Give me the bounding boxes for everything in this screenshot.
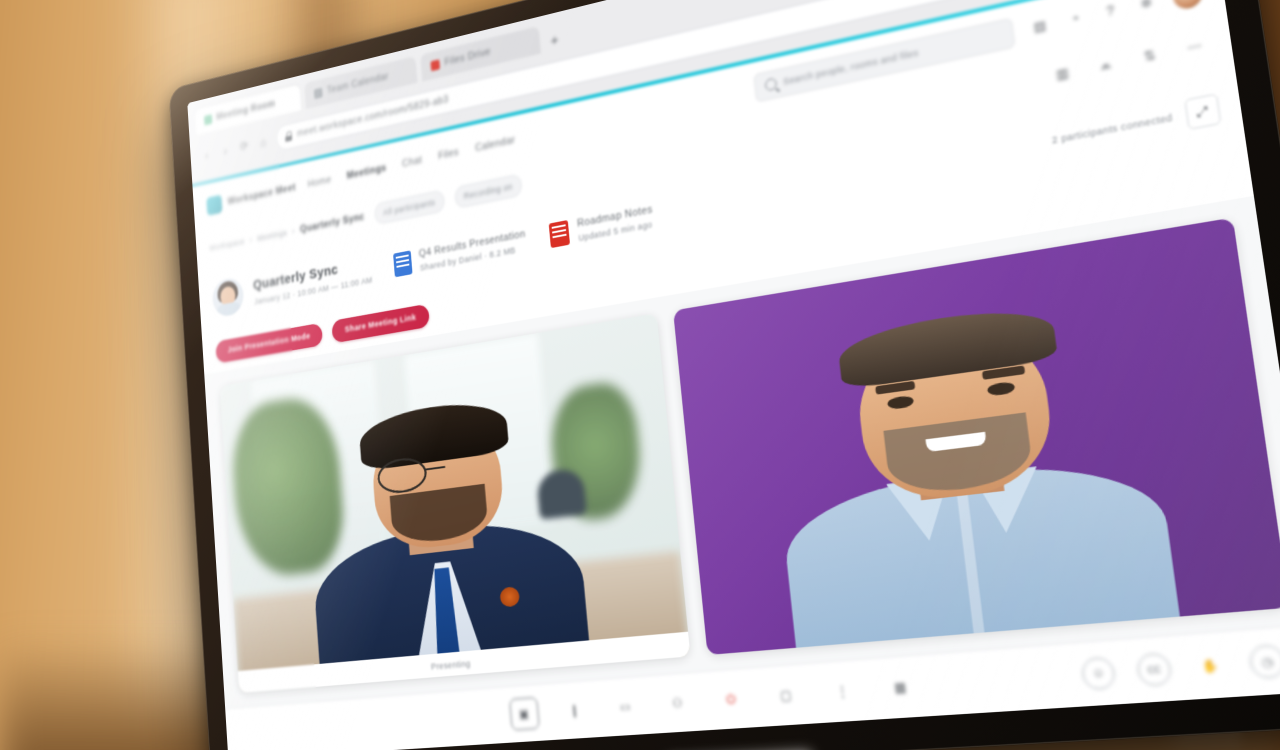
grid-apps-icon[interactable]: ▤ [1030, 16, 1051, 38]
layout-grid-icon[interactable]: ▦ [883, 670, 918, 705]
monitor: Meeting Room Team Calendar Files Drive + [168, 0, 1280, 750]
people-icon[interactable]: ⚇ [662, 687, 693, 720]
video-tile-1[interactable] [672, 217, 1280, 656]
participant-caption: Presenting [430, 658, 471, 672]
chip-label: All participants [382, 197, 436, 218]
attachment-1[interactable]: Roadmap Notes Updated 5 min ago [548, 204, 655, 249]
brand[interactable]: Workspace Meet [206, 178, 297, 216]
lock-icon [285, 130, 293, 142]
chip-label: Recording on [463, 181, 513, 201]
search-input[interactable]: Search people, rooms and files [753, 17, 1016, 103]
sort-icon[interactable]: ⇅ [1133, 39, 1167, 73]
forward-icon[interactable]: › [219, 142, 232, 159]
tab-title: Meeting Room [215, 98, 276, 123]
microphone-icon[interactable]: ❙ [560, 694, 590, 726]
nav-item-chat[interactable]: Chat [402, 155, 423, 170]
doc-file-icon [548, 219, 571, 249]
monitor-wrapper: Meeting Room Team Calendar Files Drive + [0, 0, 1280, 750]
slides-file-icon [392, 250, 413, 278]
back-icon[interactable]: ‹ [200, 146, 213, 163]
brand-logo-icon [206, 194, 223, 216]
button-label: Join Presentation Mode [227, 331, 311, 355]
chat-icon[interactable]: ▢ [769, 678, 802, 712]
favicon-gray-icon [313, 87, 323, 99]
breadcrumb-item-2: Quarterly Sync [299, 211, 365, 236]
tab-title: Files Drive [444, 46, 492, 68]
reload-icon[interactable]: ⟳ [238, 138, 251, 155]
participant-video-daniel [302, 375, 592, 687]
meeting-title-block: Quarterly Sync January 12 · 10:00 AM — 1… [253, 255, 373, 306]
new-tab-button[interactable]: + [544, 28, 565, 53]
video-tile-0[interactable]: Presenting [219, 313, 691, 694]
end-call-icon[interactable]: ⏻ [715, 683, 747, 716]
chip-recording-on[interactable]: Recording on [453, 173, 523, 210]
monitor-screen: Meeting Room Team Calendar Files Drive + [187, 0, 1280, 750]
nav-item-meetings[interactable]: Meetings [346, 162, 387, 181]
clock-icon[interactable]: ◷ [1247, 643, 1280, 680]
host-avatar [211, 275, 245, 319]
button-label: Share Meeting Link [344, 312, 417, 334]
participant-video-marco [761, 265, 1180, 648]
breadcrumb-sep: › [249, 235, 253, 245]
attachment-0[interactable]: Q4 Results Presentation Shared by Daniel… [392, 228, 527, 278]
camera-icon[interactable]: ▣ [508, 696, 540, 731]
help-icon[interactable]: ? [1100, 0, 1121, 22]
user-avatar[interactable] [1171, 0, 1204, 11]
photo-scene: Meeting Room Team Calendar Files Drive + [0, 0, 1280, 750]
breadcrumb-item-1[interactable]: Meetings [257, 228, 287, 243]
nav-item-calendar[interactable]: Calendar [475, 134, 516, 154]
raise-hand-icon[interactable]: ✋ [1192, 649, 1228, 681]
layout-icon[interactable]: ▥ [1047, 57, 1079, 90]
settings-gear-icon[interactable]: ✲ [1135, 0, 1157, 14]
screen-share-icon[interactable]: ▭ [610, 690, 640, 723]
tab-title: Team Calendar [326, 70, 389, 97]
nav-item-home[interactable]: Home [307, 174, 331, 190]
breadcrumb-sep: › [291, 226, 296, 236]
home-icon[interactable]: ⌂ [257, 133, 271, 150]
breadcrumb-item-0[interactable]: Workspace [209, 237, 245, 253]
expand-icon[interactable]: ⤢ [1184, 93, 1222, 130]
status-badge: 2 participants connected [1051, 112, 1174, 146]
share-link-button[interactable]: Share Meeting Link [331, 303, 430, 343]
app-header-icons: ▤ ◔ ? ✲ [1029, 0, 1204, 41]
brand-name: Workspace Meet [227, 182, 297, 208]
emoji-icon[interactable]: ☺ [1080, 656, 1117, 691]
browser-window: Meeting Room Team Calendar Files Drive + [187, 0, 1280, 750]
nav-item-files[interactable]: Files [438, 147, 459, 162]
favicon-red-icon [430, 58, 441, 71]
more-options-icon[interactable]: ⋮ [825, 674, 859, 708]
captions-icon[interactable]: cc [1135, 652, 1173, 687]
chip-all-participants[interactable]: All participants [373, 189, 446, 226]
favicon-green-icon [203, 113, 213, 125]
more-icon[interactable]: ⋯ [1178, 30, 1212, 64]
